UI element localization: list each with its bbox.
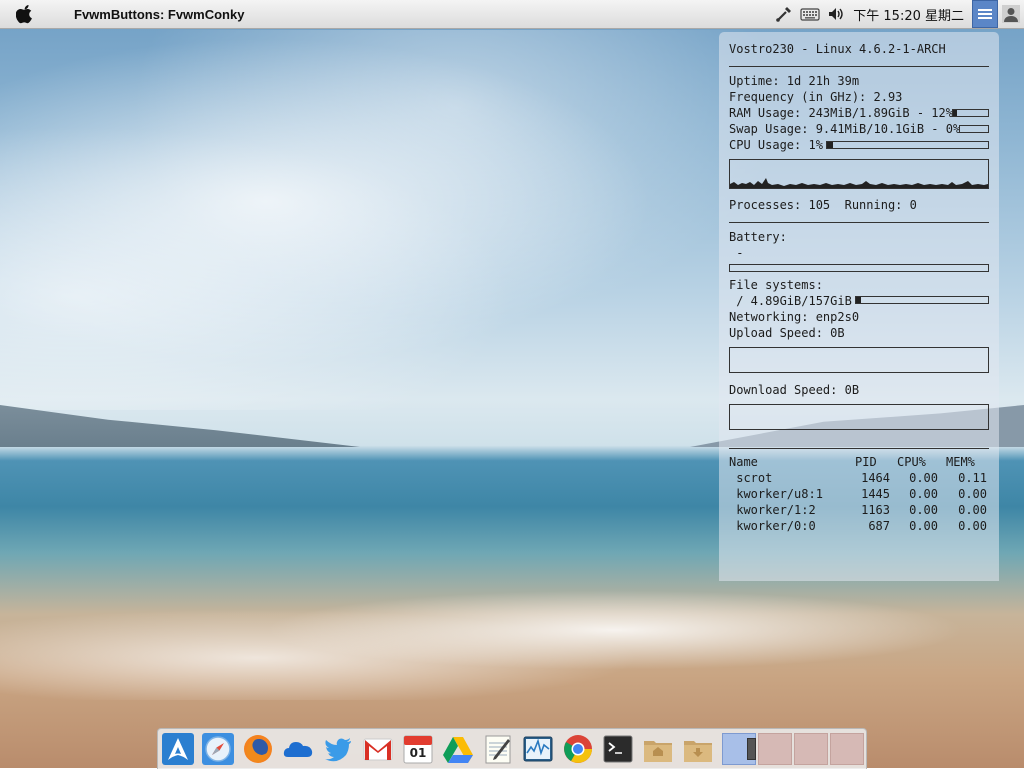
battery-bar [729, 264, 989, 272]
cpu-graph [729, 159, 989, 189]
battery-value: - [729, 246, 744, 260]
keyboard-icon[interactable] [797, 0, 823, 28]
host-info: Vostro230 - Linux 4.6.2-1-ARCH [729, 42, 946, 56]
application-dock: 01 [157, 728, 867, 769]
calendar-icon[interactable]: 01 [402, 733, 434, 765]
upload-graph [729, 347, 989, 373]
process-cpu: 0.00 [909, 519, 938, 533]
process-cpu: 0.00 [909, 503, 938, 517]
home-folder-icon[interactable] [642, 733, 674, 765]
process-table-header: Name PID CPU% MEM% [729, 455, 989, 471]
workspace-pager-3[interactable] [794, 733, 828, 765]
volume-icon[interactable] [823, 0, 849, 28]
wallpaper-surf [0, 560, 1024, 700]
workspace-pager-2[interactable] [758, 733, 792, 765]
cpu-usage-bar [826, 141, 989, 149]
uptime: Uptime: 1d 21h 39m [729, 74, 860, 88]
column-pid: PID [855, 455, 877, 469]
process-mem: 0.11 [958, 471, 987, 485]
active-window-title: FvwmButtons: FvwmConky [74, 6, 245, 22]
twitter-icon[interactable] [322, 733, 354, 765]
cpu-frequency: Frequency (in GHz): 2.93 [729, 90, 903, 104]
process-row: scrot 1464 0.00 0.11 [729, 471, 989, 487]
swap-usage-bar [959, 125, 989, 133]
divider [729, 222, 989, 223]
process-name: kworker/1:2 [729, 503, 816, 517]
process-mem: 0.00 [958, 519, 987, 533]
upload-speed: Upload Speed: 0B [729, 326, 845, 340]
process-mem: 0.00 [958, 487, 987, 501]
process-row: kworker/u8:1 1445 0.00 0.00 [729, 487, 989, 503]
process-cpu: 0.00 [909, 471, 938, 485]
swap-usage: Swap Usage: 9.41MiB/10.1GiB - 0% [729, 122, 961, 136]
gmail-icon[interactable] [362, 733, 394, 765]
filesystem-root-fill [856, 297, 862, 303]
conky-system-monitor: Vostro230 - Linux 4.6.2-1-ARCH Uptime: 1… [719, 32, 999, 581]
wallpaper-hills-left [0, 405, 360, 447]
workspace-pager-4[interactable] [830, 733, 864, 765]
apple-icon[interactable] [10, 0, 40, 28]
chrome-icon[interactable] [562, 733, 594, 765]
column-name: Name [729, 455, 758, 469]
column-cpu: CPU% [897, 455, 926, 469]
cpu-usage-fill [827, 142, 834, 148]
process-row: kworker/1:2 1163 0.00 0.00 [729, 503, 989, 519]
ram-usage: RAM Usage: 243MiB/1.89GiB - 12% [729, 106, 953, 120]
wallpaper-clouds [0, 30, 760, 410]
google-drive-icon[interactable] [442, 733, 474, 765]
process-name: kworker/0:0 [729, 519, 816, 533]
calendar-day: 01 [409, 746, 427, 760]
ram-usage-bar [952, 109, 989, 117]
safari-icon[interactable] [202, 733, 234, 765]
process-pid: 1163 [861, 503, 890, 517]
filesystem-root: / 4.89GiB/157GiB [729, 294, 852, 308]
workspace-pager-1[interactable] [722, 733, 756, 765]
process-name: scrot [729, 471, 773, 485]
process-count: Processes: 105 Running: 0 [729, 198, 917, 212]
system-tray: 下午 15:20 星期二 [771, 0, 1024, 28]
process-pid: 687 [868, 519, 890, 533]
cpu-usage: CPU Usage: 1% [729, 138, 823, 152]
process-mem: 0.00 [958, 503, 987, 517]
menu-button[interactable] [972, 0, 998, 28]
network-interface: Networking: enp2s0 [729, 310, 860, 324]
menu-icon [978, 9, 992, 19]
system-monitor-icon[interactable] [522, 733, 554, 765]
process-cpu: 0.00 [909, 487, 938, 501]
terminal-icon[interactable] [602, 733, 634, 765]
ram-usage-fill [953, 110, 958, 116]
downloads-folder-icon[interactable] [682, 733, 714, 765]
onedrive-icon[interactable] [282, 733, 314, 765]
process-row: kworker/0:0 687 0.00 0.00 [729, 519, 989, 535]
filesystems-label: File systems: [729, 278, 823, 292]
divider [729, 448, 989, 449]
top-menu-bar: FvwmButtons: FvwmConky 下午 15:20 星期二 [0, 0, 1024, 29]
arch-linux-icon[interactable] [162, 733, 194, 765]
download-graph [729, 404, 989, 430]
process-name: kworker/u8:1 [729, 487, 823, 501]
process-pid: 1445 [861, 487, 890, 501]
pager-window-thumbnail [747, 738, 756, 760]
column-mem: MEM% [946, 455, 975, 469]
network-icon[interactable] [771, 0, 797, 28]
filesystem-root-bar [855, 296, 989, 304]
divider [729, 66, 989, 67]
battery-label: Battery: [729, 230, 787, 244]
process-pid: 1464 [861, 471, 890, 485]
firefox-icon[interactable] [242, 733, 274, 765]
text-editor-icon[interactable] [482, 733, 514, 765]
clock[interactable]: 下午 15:20 星期二 [853, 5, 964, 24]
user-icon[interactable] [998, 0, 1024, 28]
download-speed: Download Speed: 0B [729, 383, 860, 397]
